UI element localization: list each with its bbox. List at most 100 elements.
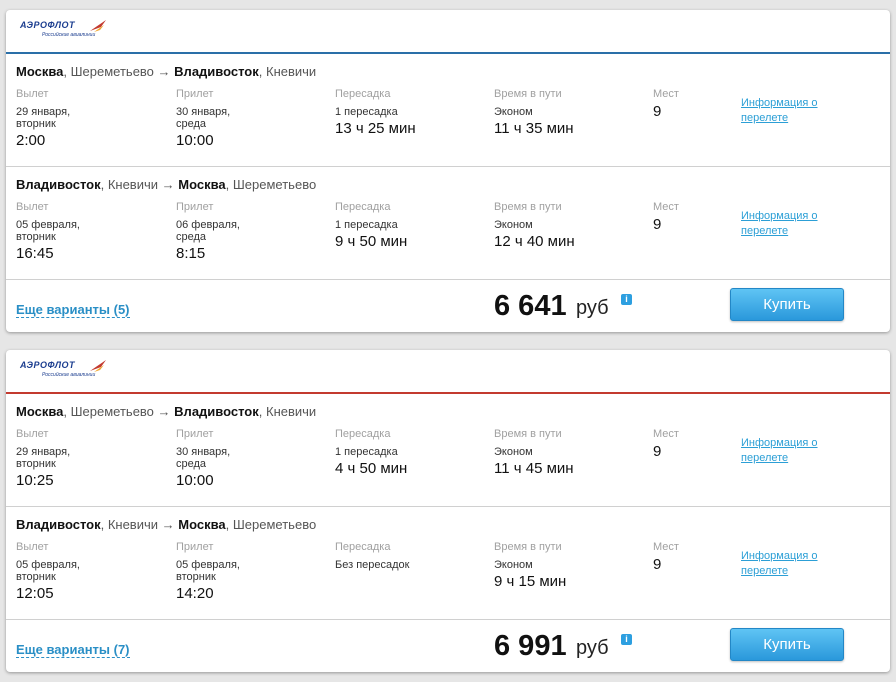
destination-city: Москва — [178, 177, 226, 192]
flight-offer-card: АЭРОФЛОТ Российские авиалинии Москва, Ше… — [6, 10, 890, 332]
route-line: Москва, Шереметьево → Владивосток, Кневи… — [16, 64, 317, 79]
origin-city: Владивосток — [16, 177, 101, 192]
buy-button[interactable]: Купить — [730, 288, 844, 321]
departure-label: Вылет — [16, 88, 49, 100]
flight-info-link-line1: Информация о — [741, 210, 818, 222]
transfer-duration: 4 ч 50 мин — [335, 460, 408, 477]
departure-time: 2:00 — [16, 132, 46, 149]
seats-column: Мест — [653, 541, 679, 553]
origin-city: Москва — [16, 404, 64, 419]
more-variants-link[interactable]: Еще варианты (5) — [16, 303, 130, 318]
flight-info-link-line2: перелете — [741, 565, 789, 577]
route-line: Владивосток, Кневичи → Москва, Шереметье… — [16, 517, 317, 532]
travel-duration: 11 ч 35 мин — [494, 120, 574, 137]
flight-info-link[interactable]: Информация о перелете — [741, 96, 818, 126]
departure-column: Вылет 29 января, вторник 2:00 — [16, 88, 70, 149]
departure-label: Вылет — [16, 428, 49, 440]
arrival-column: Прилет 30 января, среда 10:00 — [176, 428, 230, 489]
destination-city: Владивосток — [174, 64, 259, 79]
origin-airport: Шереметьево — [70, 64, 154, 79]
arrival-column: Прилет 05 февраля, вторник 14:20 — [176, 541, 240, 602]
flight-segment: Владивосток, Кневичи → Москва, Шереметье… — [6, 166, 890, 279]
price-info-icon[interactable]: i — [621, 634, 632, 645]
departure-column: Вылет 05 февраля, вторник 16:45 — [16, 201, 80, 262]
transfer-duration: 9 ч 50 мин — [335, 233, 408, 250]
origin-airport: Кневичи — [107, 177, 159, 192]
travel-time-label: Время в пути — [494, 428, 562, 440]
origin-airport: Шереметьево — [70, 404, 154, 419]
departure-column: Вылет 29 января, вторник 10:25 — [16, 428, 70, 489]
transfer-column: Пересадка 1 пересадка 13 ч 25 мин — [335, 88, 416, 137]
departure-label: Вылет — [16, 201, 49, 213]
seats-value: 9 — [653, 443, 662, 460]
arrival-time: 14:20 — [176, 585, 214, 602]
flight-info-link-line2: перелете — [741, 112, 789, 124]
flight-info-link[interactable]: Информация о перелете — [741, 436, 818, 466]
seats-label: Мест — [653, 88, 679, 100]
departure-weekday: вторник — [16, 458, 56, 470]
travel-duration: 12 ч 40 мин — [494, 233, 575, 250]
price-info-icon[interactable]: i — [621, 294, 632, 305]
seats-label: Мест — [653, 428, 679, 440]
seats-label: Мест — [653, 541, 679, 553]
aeroflot-wing-icon — [90, 360, 106, 372]
seats-value: 9 — [653, 103, 662, 120]
departure-weekday: вторник — [16, 571, 56, 583]
travel-time-column: Время в пути Эконом 12 ч 40 мин — [494, 201, 575, 250]
origin-city: Владивосток — [16, 517, 101, 532]
travel-time-column: Время в пути Эконом 11 ч 45 мин — [494, 428, 574, 477]
offer-footer: Еще варианты (7) 6 991 руб i Купить — [6, 619, 890, 671]
origin-city: Москва — [16, 64, 64, 79]
seats-label: Мест — [653, 201, 679, 213]
destination-city: Москва — [178, 517, 226, 532]
transfer-column: Пересадка 1 пересадка 4 ч 50 мин — [335, 428, 407, 477]
aeroflot-wing-icon — [90, 20, 106, 32]
arrow-right-icon: → — [157, 64, 171, 79]
airline-logo: АЭРОФЛОТ Российские авиалинии — [20, 20, 112, 46]
flight-segment: Москва, Шереметьево → Владивосток, Кневи… — [6, 54, 890, 166]
more-variants-link[interactable]: Еще варианты (7) — [16, 643, 130, 658]
price-currency: руб — [576, 297, 609, 319]
offer-footer: Еще варианты (5) 6 641 руб i Купить — [6, 279, 890, 331]
seats-column: Мест — [653, 88, 679, 100]
departure-time: 12:05 — [16, 585, 54, 602]
route-line: Москва, Шереметьево → Владивосток, Кневи… — [16, 404, 317, 419]
flight-segment: Москва, Шереметьево → Владивосток, Кневи… — [6, 394, 890, 506]
transfer-label: Пересадка — [335, 88, 391, 100]
price-value: 6 641 — [494, 290, 567, 322]
arrival-date: 05 февраля, — [176, 559, 240, 571]
departure-time: 16:45 — [16, 245, 54, 262]
departure-weekday: вторник — [16, 118, 56, 130]
arrival-time: 10:00 — [176, 132, 214, 149]
fare-class: Эконом — [494, 106, 533, 118]
arrival-label: Прилет — [176, 541, 214, 553]
departure-date: 05 февраля, — [16, 559, 80, 571]
destination-airport: Шереметьево — [232, 177, 317, 192]
flight-info-link-line1: Информация о — [741, 437, 818, 449]
flight-info-link[interactable]: Информация о перелете — [741, 549, 818, 579]
airline-header: АЭРОФЛОТ Российские авиалинии — [6, 350, 890, 392]
flight-info-link-line2: перелете — [741, 452, 789, 464]
flight-segment: Владивосток, Кневичи → Москва, Шереметье… — [6, 506, 890, 619]
flight-info-link-line2: перелете — [741, 225, 789, 237]
transfer-count: 1 пересадка — [335, 219, 398, 231]
buy-button[interactable]: Купить — [730, 628, 844, 661]
travel-time-label: Время в пути — [494, 201, 562, 213]
arrival-time: 8:15 — [176, 245, 206, 262]
travel-time-column: Время в пути Эконом 11 ч 35 мин — [494, 88, 574, 137]
arrival-date: 30 января, — [176, 106, 231, 118]
travel-duration: 11 ч 45 мин — [494, 460, 574, 477]
seats-column: Мест — [653, 428, 679, 440]
arrival-date: 30 января, — [176, 446, 231, 458]
destination-airport: Шереметьево — [232, 517, 317, 532]
departure-label: Вылет — [16, 541, 49, 553]
fare-class: Эконом — [494, 219, 533, 231]
arrival-column: Прилет 06 февраля, среда 8:15 — [176, 201, 240, 262]
airline-header: АЭРОФЛОТ Российские авиалинии — [6, 10, 890, 52]
travel-time-label: Время в пути — [494, 541, 562, 553]
destination-airport: Кневичи — [266, 404, 317, 419]
transfer-count: Без пересадок — [335, 559, 410, 571]
transfer-duration: 13 ч 25 мин — [335, 120, 416, 137]
flight-info-link[interactable]: Информация о перелете — [741, 209, 818, 239]
transfer-count: 1 пересадка — [335, 106, 398, 118]
